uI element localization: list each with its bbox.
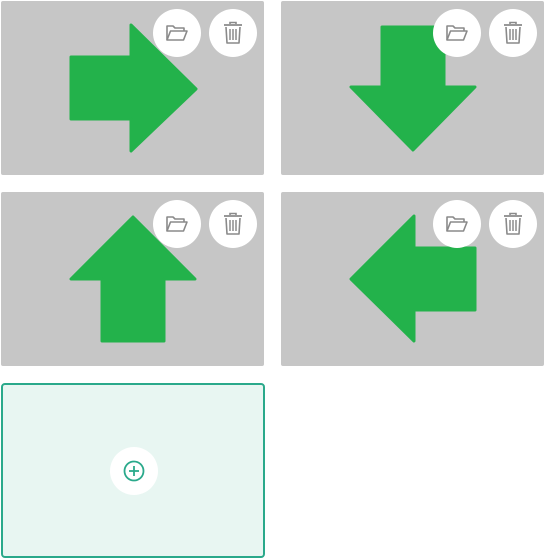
add-image-card[interactable] xyxy=(1,383,265,558)
open-folder-button[interactable] xyxy=(433,9,481,57)
image-card-right-arrow[interactable] xyxy=(1,1,264,175)
trash-icon xyxy=(224,212,242,235)
trash-icon xyxy=(504,212,522,235)
open-folder-button[interactable] xyxy=(153,9,201,57)
folder-open-icon xyxy=(446,216,468,232)
image-card-up-arrow[interactable] xyxy=(1,192,264,366)
delete-button[interactable] xyxy=(489,200,537,248)
folder-open-icon xyxy=(166,25,188,41)
delete-button[interactable] xyxy=(209,9,257,57)
folder-open-icon xyxy=(166,216,188,232)
open-folder-button[interactable] xyxy=(433,200,481,248)
trash-icon xyxy=(504,21,522,44)
open-folder-button[interactable] xyxy=(153,200,201,248)
trash-icon xyxy=(224,21,242,44)
add-button[interactable] xyxy=(110,447,158,495)
folder-open-icon xyxy=(446,25,468,41)
delete-button[interactable] xyxy=(209,200,257,248)
plus-circle-icon xyxy=(123,460,145,482)
image-card-down-arrow[interactable] xyxy=(281,1,544,175)
delete-button[interactable] xyxy=(489,9,537,57)
image-card-left-arrow[interactable] xyxy=(281,192,544,366)
